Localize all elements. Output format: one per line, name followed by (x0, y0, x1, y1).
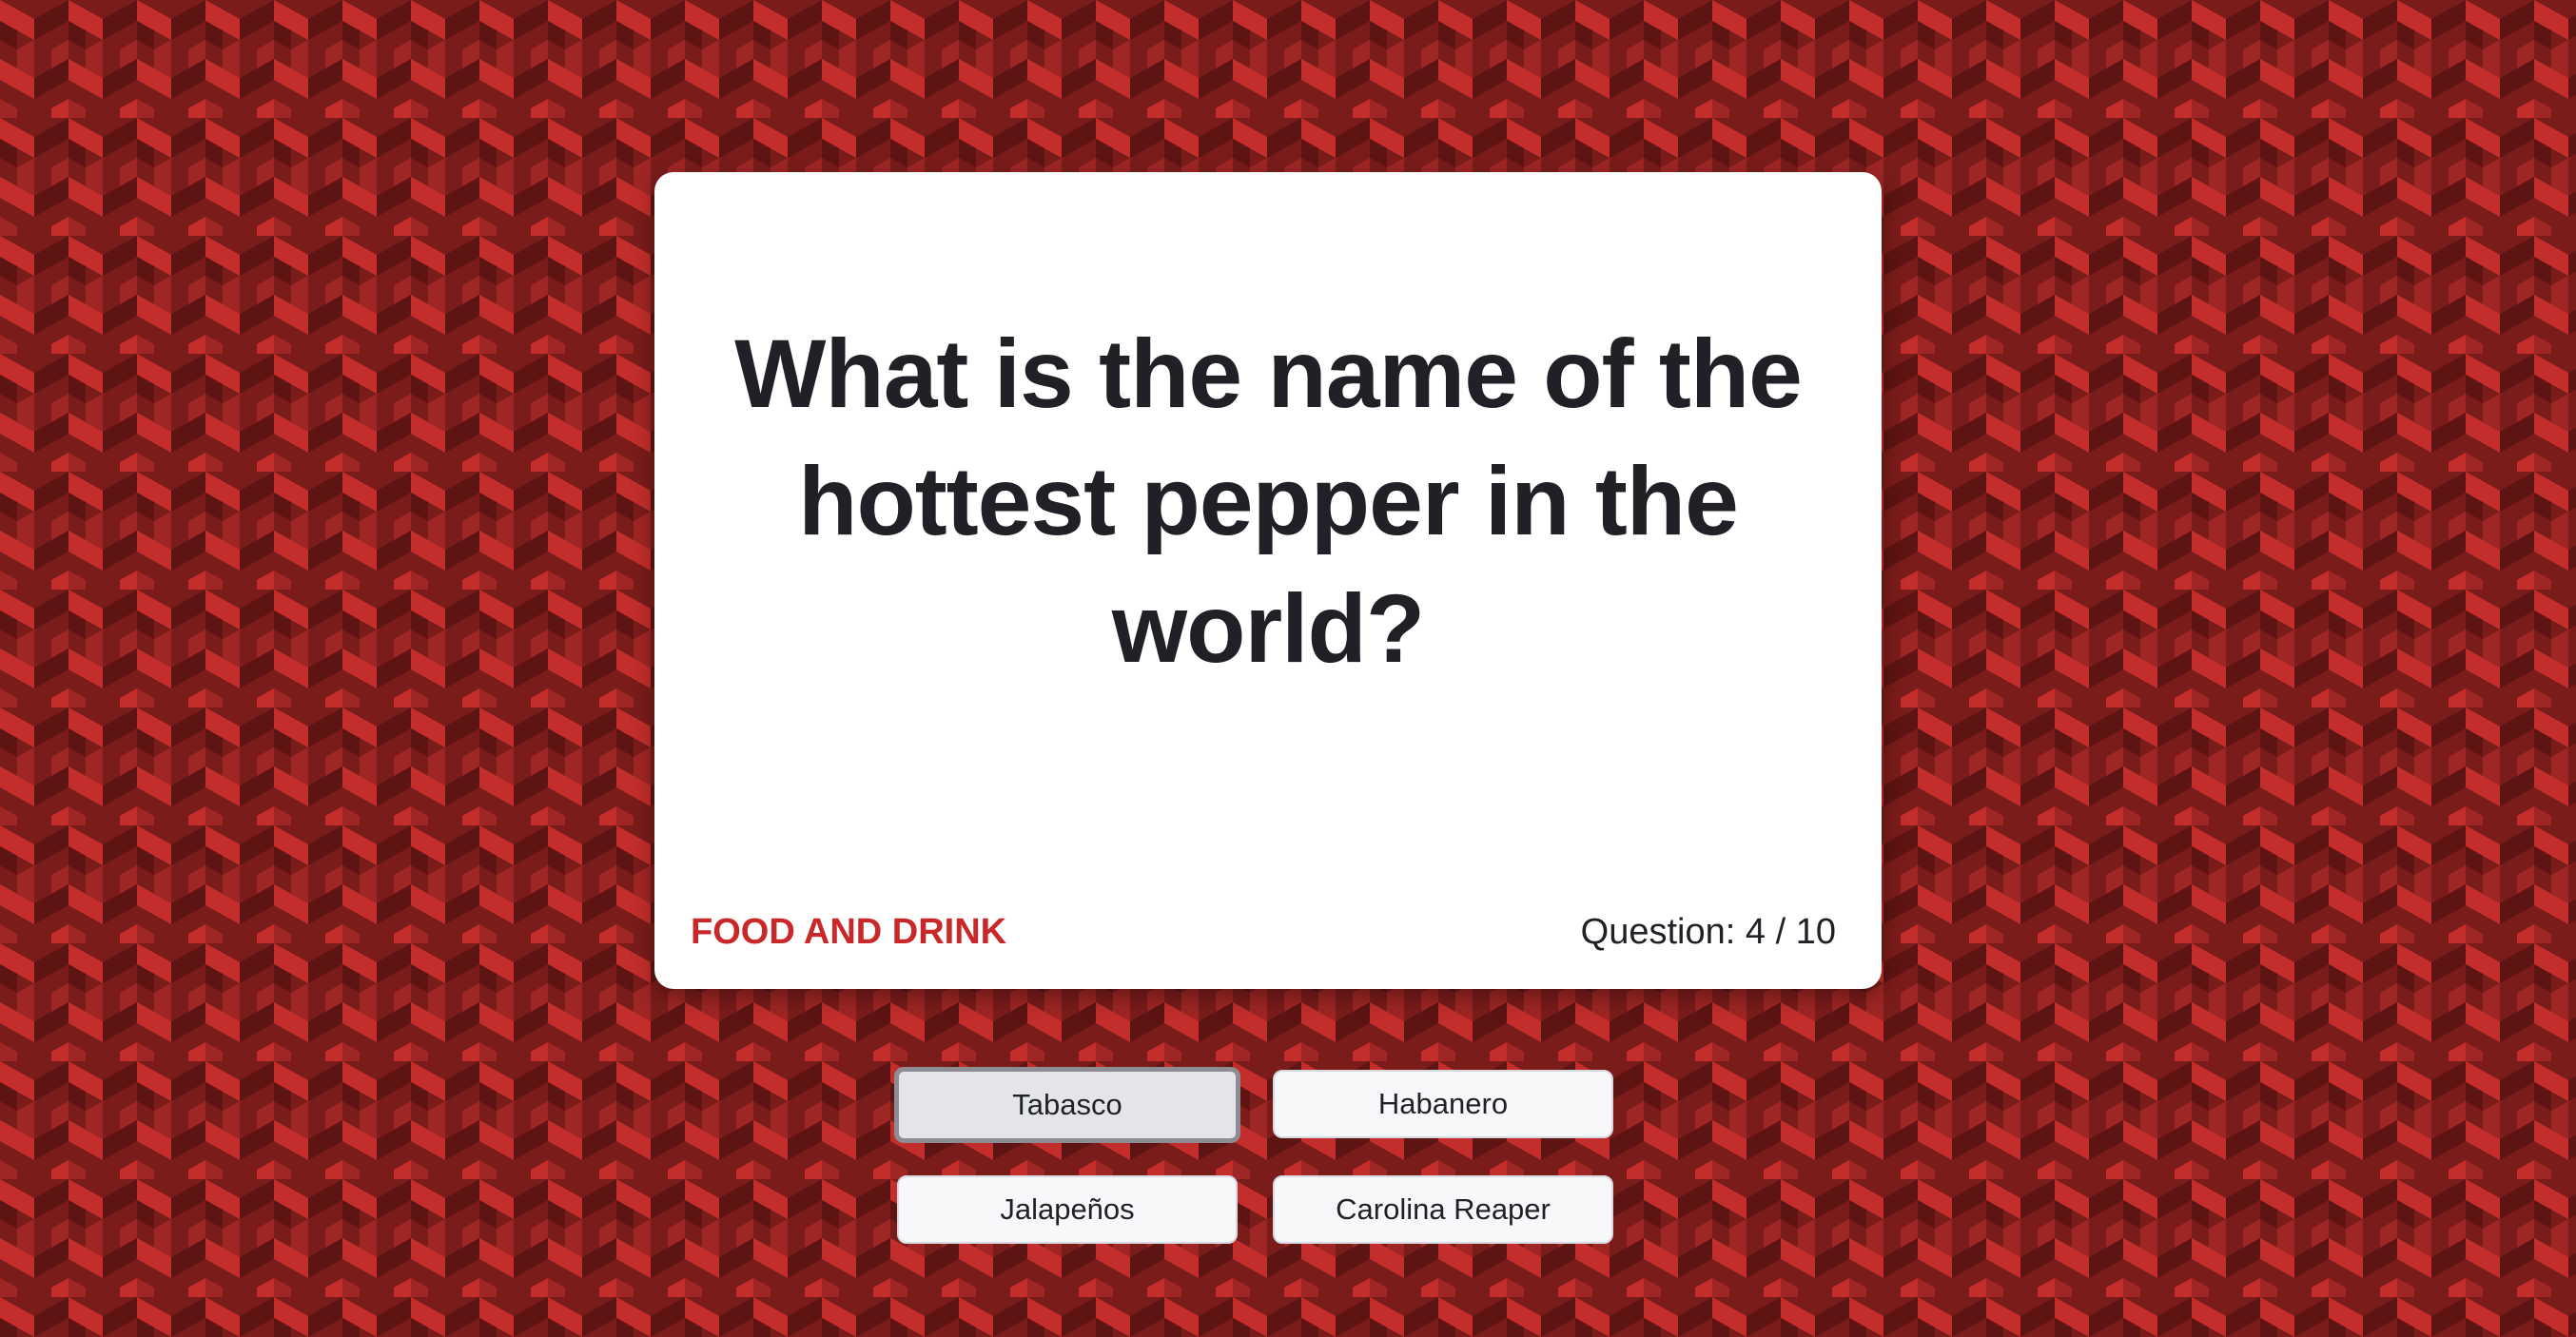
answer-label: Jalapeños (1000, 1192, 1135, 1226)
answer-button-habanero[interactable]: Habanero (1273, 1070, 1613, 1138)
counter-label: Question: (1580, 912, 1736, 952)
question-counter: Question: 4 / 10 (1581, 910, 1836, 954)
answer-button-jalapenos[interactable]: Jalapeños (897, 1175, 1238, 1244)
counter-total: 10 (1795, 912, 1836, 952)
question-card: What is the name of the hottest pepper i… (654, 172, 1882, 989)
answer-button-carolina-reaper[interactable]: Carolina Reaper (1273, 1175, 1613, 1244)
category-label: FOOD AND DRINK (691, 912, 1007, 952)
counter-separator: / (1775, 912, 1786, 952)
counter-current: 4 (1745, 912, 1766, 952)
answer-button-tabasco[interactable]: Tabasco (894, 1067, 1240, 1143)
question-text: What is the name of the hottest pepper i… (734, 320, 1803, 683)
answer-label: Habanero (1377, 1087, 1509, 1120)
answer-label: Carolina Reaper (1336, 1192, 1551, 1226)
answer-label: Tabasco (1012, 1088, 1122, 1121)
